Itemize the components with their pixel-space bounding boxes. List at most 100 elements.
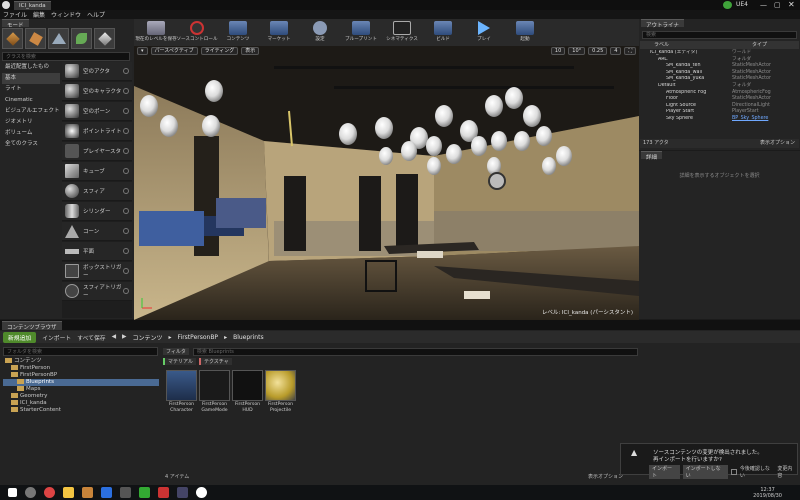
class-search-input[interactable]: クラスを検索	[2, 52, 130, 61]
outliner-row[interactable]: Sky Sphere BP_Sky_Sphere	[642, 116, 798, 123]
category-recent[interactable]: 最近配置したもの	[2, 62, 60, 73]
outliner-row[interactable]: Default フォルダ	[642, 83, 798, 90]
level-tab[interactable]: ICI_kanda	[14, 1, 51, 10]
outliner-row[interactable]: Player Start PlayerStart	[642, 109, 798, 116]
asset-search-input[interactable]: 検索 Blueprints	[192, 347, 638, 356]
outliner-row[interactable]: ARC フォルダ	[642, 57, 798, 64]
maximize-viewport-icon[interactable]: ⛶	[624, 47, 636, 55]
source-control-status-icon[interactable]	[723, 1, 732, 9]
category-lights[interactable]: ライト	[2, 84, 60, 95]
help-icon[interactable]	[123, 148, 129, 154]
unreal-taskbar-icon[interactable]	[196, 487, 207, 498]
app-icon[interactable]	[177, 487, 188, 498]
actor-item[interactable]: ボックストリガー	[62, 262, 132, 281]
content-browser-tab[interactable]: コンテンツブラウザ	[2, 321, 62, 331]
search-icon[interactable]	[25, 487, 36, 498]
breadcrumb-content[interactable]: コンテンツ	[133, 333, 163, 342]
blueprints-button[interactable]: ブループリント	[343, 19, 379, 42]
breadcrumb-blueprints[interactable]: Blueprints	[233, 334, 264, 341]
chrome-icon[interactable]	[44, 487, 55, 498]
help-icon[interactable]	[123, 188, 129, 194]
actor-item[interactable]: ポイントライト	[62, 122, 132, 141]
import-button[interactable]: インポート	[42, 333, 71, 342]
tree-item[interactable]: FirstPersonBP	[3, 372, 159, 379]
file-explorer-icon[interactable]	[63, 487, 74, 498]
close-button[interactable]: ✕	[788, 0, 795, 9]
tree-item[interactable]: コンテンツ	[3, 358, 159, 365]
asset-tile[interactable]: FirstPerson Projectile	[265, 370, 296, 413]
outliner-row[interactable]: Light Source DirectionalLight	[642, 103, 798, 110]
camera-speed-value[interactable]: 4	[610, 47, 622, 55]
tree-item[interactable]: Maps	[3, 386, 159, 393]
help-icon[interactable]	[123, 288, 129, 294]
lighting-button[interactable]: ライティング	[200, 47, 239, 55]
save-level-button[interactable]: 現在のレベルを保存	[135, 19, 177, 42]
help-icon[interactable]	[123, 88, 129, 94]
level-viewport[interactable]: ▾ パースペクティブ ライティング 表示 10 10° 0.25 4 ⛶ レベル…	[134, 46, 639, 320]
outliner-row[interactable]: Atmospheric Fog AtmosphericFog	[642, 90, 798, 97]
help-icon[interactable]	[123, 248, 129, 254]
filter-button[interactable]: フィルタ	[163, 348, 189, 355]
marketplace-button[interactable]: マーケット	[261, 19, 297, 42]
clock[interactable]: 12:37 2019/08/30	[753, 487, 782, 499]
outliner-view-options[interactable]: 表示オプション	[760, 139, 795, 148]
scale-snap-value[interactable]: 0.25	[588, 47, 608, 55]
back-icon[interactable]: ◀	[112, 334, 116, 340]
menu-edit[interactable]: 編集	[33, 10, 45, 19]
col-type-header[interactable]: タイプ	[752, 41, 767, 49]
actor-item[interactable]: スフィア	[62, 182, 132, 201]
import-now-button[interactable]: インポート	[649, 465, 680, 479]
modes-tab[interactable]: モード	[2, 19, 29, 29]
details-tab[interactable]: 詳細	[641, 151, 663, 161]
build-button[interactable]: ビルド	[425, 19, 461, 42]
view-changes-link[interactable]: 変更内容	[777, 465, 797, 479]
source-control-button[interactable]: ソースコントロール	[176, 19, 218, 42]
app-icon[interactable]	[139, 487, 150, 498]
menu-window[interactable]: ウィンドウ	[51, 10, 81, 19]
folder-search-input[interactable]: フォルダを検索	[3, 347, 158, 356]
grid-snap-value[interactable]: 10	[550, 47, 566, 55]
actor-item[interactable]: シリンダー	[62, 202, 132, 221]
show-button[interactable]: 表示	[241, 47, 260, 55]
outliner-row[interactable]: ICI_kanda (エディタ) ワールド	[642, 50, 798, 57]
content-view-options[interactable]: 表示オプション	[588, 473, 623, 480]
save-all-button[interactable]: すべて保存	[77, 333, 105, 342]
outliner-row[interactable]: SM_kanda_ten StaticMeshActor	[642, 63, 798, 70]
landscape-mode-icon[interactable]	[48, 28, 69, 49]
actor-item[interactable]: 空のキャラクタ	[62, 82, 132, 101]
forward-icon[interactable]: ▶	[122, 334, 126, 340]
tree-item[interactable]: Geometry	[3, 393, 159, 400]
dont-import-button[interactable]: インポートしない	[682, 465, 728, 479]
paint-mode-icon[interactable]	[25, 28, 46, 49]
foliage-mode-icon[interactable]	[71, 28, 92, 49]
content-button[interactable]: コンテンツ	[220, 19, 256, 42]
add-new-button[interactable]: 新規追加	[3, 331, 37, 343]
help-icon[interactable]	[123, 108, 129, 114]
asset-tile[interactable]: FirstPerson GameMode	[199, 370, 230, 413]
place-mode-icon[interactable]	[2, 28, 23, 49]
help-icon[interactable]	[123, 208, 129, 214]
category-visual-effects[interactable]: ビジュアルエフェクト	[2, 106, 60, 117]
menu-file[interactable]: ファイル	[3, 10, 27, 19]
category-volumes[interactable]: ボリューム	[2, 128, 60, 139]
actor-item[interactable]: コーン	[62, 222, 132, 241]
launch-button[interactable]: 起動	[507, 19, 543, 42]
settings-button[interactable]: 設定	[302, 19, 338, 42]
start-icon[interactable]	[8, 488, 17, 497]
category-geometry[interactable]: ジオメトリ	[2, 117, 60, 128]
app-icon[interactable]	[120, 487, 131, 498]
tree-item[interactable]: ICI_kanda	[3, 400, 159, 407]
cinematics-button[interactable]: シネマティクス	[384, 19, 420, 42]
outliner-row[interactable]: Floor StaticMeshActor	[642, 96, 798, 103]
tree-item[interactable]: FirstPerson	[3, 365, 159, 372]
help-icon[interactable]	[123, 68, 129, 74]
asset-tile[interactable]: FirstPerson Character	[166, 370, 197, 413]
viewport-options-button[interactable]: ▾	[137, 47, 148, 55]
actor-item[interactable]: スフィアトリガー	[62, 282, 132, 301]
help-icon[interactable]	[123, 128, 129, 134]
col-label-header[interactable]: ラベル	[654, 41, 669, 49]
outliner-search-input[interactable]: 検索	[642, 31, 797, 39]
category-all-classes[interactable]: 全てのクラス	[2, 139, 60, 150]
tree-item-selected[interactable]: Blueprints	[3, 379, 159, 386]
actor-item[interactable]: 空のアクタ	[62, 62, 132, 81]
